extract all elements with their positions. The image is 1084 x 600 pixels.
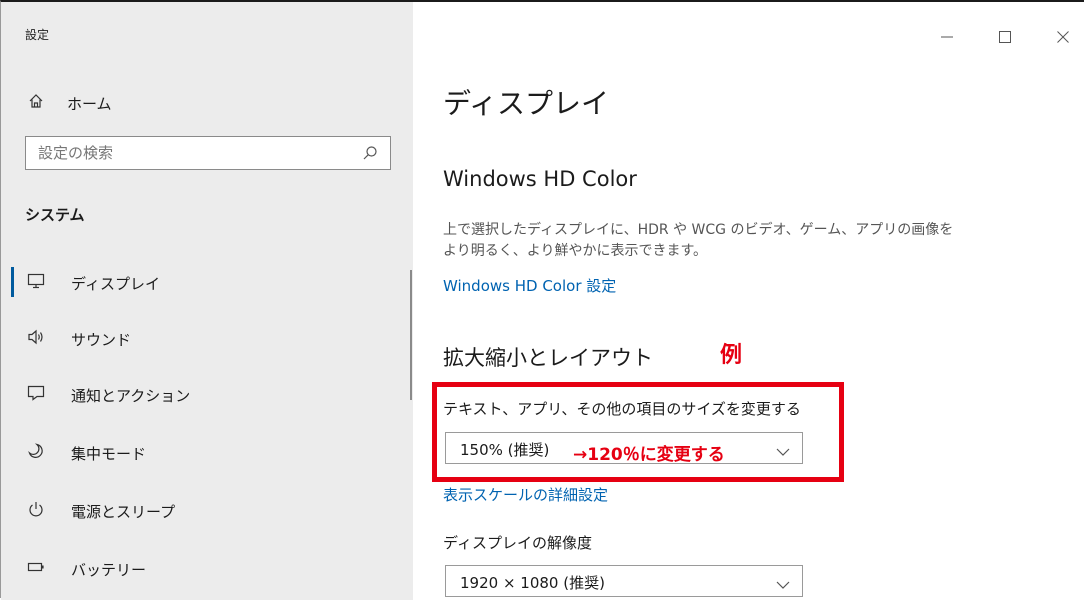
- notification-icon: [27, 384, 45, 402]
- resolution-dropdown[interactable]: 1920 × 1080 (推奨): [445, 565, 803, 597]
- search-icon[interactable]: [362, 145, 378, 161]
- home-icon: [27, 92, 45, 110]
- resolution-dropdown-value: 1920 × 1080 (推奨): [460, 574, 605, 592]
- battery-icon: [27, 558, 45, 576]
- close-icon: [1057, 31, 1069, 43]
- settings-window: 設定 ホーム システム ディスプレイ サウンド: [0, 0, 1084, 600]
- scale-dropdown-value: 150% (推奨): [460, 441, 550, 459]
- sidebar: 設定 ホーム システム ディスプレイ サウンド: [1, 2, 413, 600]
- monitor-icon: [27, 272, 45, 290]
- minimize-icon: [941, 36, 953, 38]
- hd-color-description-line: より明るく、より鮮やかに表示できます。: [443, 243, 708, 259]
- sidebar-item-power-sleep[interactable]: 電源とスリープ: [1, 492, 413, 532]
- moon-icon: [27, 442, 45, 460]
- sidebar-item-battery[interactable]: バッテリー: [1, 550, 413, 590]
- chevron-down-icon: [776, 575, 790, 589]
- scale-layout-heading: 拡大縮小とレイアウト: [443, 346, 653, 370]
- sidebar-item-home[interactable]: ホーム: [1, 84, 413, 124]
- sidebar-item-label: 電源とスリープ: [71, 503, 176, 521]
- text-size-label: テキスト、アプリ、その他の項目のサイズを変更する: [443, 400, 801, 418]
- sidebar-item-label: バッテリー: [71, 561, 147, 579]
- app-title: 設定: [25, 28, 50, 42]
- chevron-down-icon: [776, 442, 790, 456]
- close-button[interactable]: [1043, 26, 1083, 48]
- sidebar-item-label: ホーム: [67, 95, 112, 113]
- search-input[interactable]: [38, 143, 348, 163]
- resolution-label: ディスプレイの解像度: [443, 534, 592, 552]
- sidebar-item-label: 通知とアクション: [71, 387, 191, 405]
- sidebar-item-focus-assist[interactable]: 集中モード: [1, 434, 413, 474]
- minimize-button[interactable]: [927, 26, 967, 48]
- maximize-button[interactable]: [985, 26, 1025, 48]
- sidebar-item-label: 集中モード: [71, 445, 147, 463]
- search-box: [25, 136, 391, 170]
- sidebar-scrollbar[interactable]: [410, 270, 412, 400]
- main-content: ディスプレイ Windows HD Color 上で選択したディスプレイに、HD…: [413, 2, 1084, 600]
- sidebar-item-display[interactable]: ディスプレイ: [1, 264, 413, 304]
- advanced-scaling-link[interactable]: 表示スケールの詳細設定: [443, 484, 608, 505]
- hd-color-description-line: 上で選択したディスプレイに、HDR や WCG のビデオ、ゲーム、アプリの画像を: [443, 222, 954, 238]
- hd-color-settings-link[interactable]: Windows HD Color 設定: [443, 275, 616, 296]
- page-title: ディスプレイ: [443, 87, 610, 120]
- annotation-change-note: →120％に変更する: [573, 445, 725, 465]
- speaker-icon: [27, 328, 45, 346]
- sidebar-item-notifications[interactable]: 通知とアクション: [1, 376, 413, 416]
- sidebar-item-label: サウンド: [71, 331, 132, 349]
- sidebar-item-sound[interactable]: サウンド: [1, 320, 413, 360]
- section-label-system: システム: [25, 206, 85, 224]
- maximize-icon: [999, 31, 1011, 43]
- hd-color-description: 上で選択したディスプレイに、HDR や WCG のビデオ、ゲーム、アプリの画像を…: [443, 220, 1043, 262]
- sidebar-item-label: ディスプレイ: [71, 275, 160, 293]
- hd-color-heading: Windows HD Color: [443, 167, 637, 191]
- annotation-example-label: 例: [720, 343, 743, 368]
- power-icon: [27, 500, 45, 518]
